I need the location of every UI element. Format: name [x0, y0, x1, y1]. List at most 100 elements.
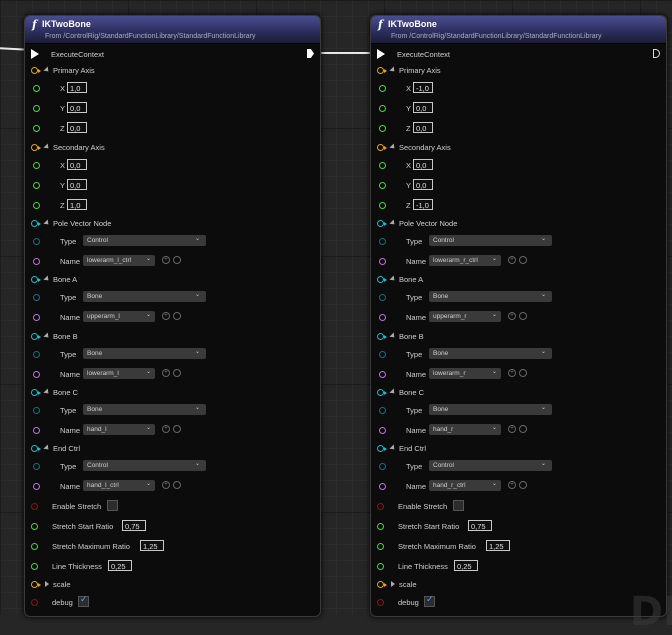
pole-vector-node-type-pin[interactable] [33, 238, 40, 245]
bone-b-type-pin[interactable] [33, 350, 40, 358]
secondary-axis-x-field[interactable]: 0,0 [67, 159, 87, 170]
secondary-axis-z-field[interactable]: 1,0 [67, 199, 87, 210]
stretch-maximum-ratio-field[interactable]: 1,25 [140, 540, 164, 551]
line-thickness-pin[interactable] [377, 563, 384, 570]
pole-vector-node-type-pin[interactable] [379, 238, 386, 245]
debug-pin[interactable] [31, 599, 38, 606]
debug-checkbox[interactable] [424, 595, 435, 607]
search-icon[interactable] [173, 256, 181, 264]
enable-stretch-checkbox[interactable] [107, 500, 118, 511]
primary-axis-y-pin[interactable] [33, 105, 40, 112]
pole-vector-node-pin[interactable] [31, 220, 41, 227]
bone-b-name-dropdown[interactable]: lowerarm_l ⌄ [83, 367, 155, 379]
secondary-axis-y-field[interactable]: 0,0 [67, 179, 87, 190]
expand-arrow-icon[interactable] [43, 143, 51, 151]
bone-a-type-pin[interactable] [33, 294, 40, 302]
primary-axis-pin[interactable] [377, 67, 387, 74]
bone-c-type-pin[interactable] [33, 406, 40, 414]
expand-arrow-icon[interactable] [389, 444, 397, 452]
secondary-axis-y-pin[interactable] [33, 182, 40, 189]
stretch-start-ratio-field[interactable]: 0,75 [468, 520, 492, 531]
ik-two-bone-node-right[interactable]: f IKTwoBone From /ControlRig/StandardFunct… [370, 15, 667, 617]
stretch-maximum-ratio-pin[interactable] [31, 543, 38, 550]
add-circle-icon[interactable]: + [162, 368, 170, 377]
line-thickness-pin[interactable] [31, 563, 38, 570]
bone-a-name-dropdown[interactable]: upperarm_r ⌄ [429, 311, 501, 323]
primary-axis-y-field[interactable]: 0,0 [67, 102, 87, 113]
add-circle-icon[interactable]: + [508, 368, 516, 377]
end-ctrl-type-pin[interactable] [379, 463, 386, 471]
bone-c-name-dropdown[interactable]: hand_l ⌄ [83, 423, 155, 435]
search-icon[interactable] [519, 424, 527, 433]
scale-pin[interactable] [31, 581, 41, 588]
end-ctrl-name-dropdown[interactable]: hand_l_ctrl ⌄ [83, 480, 155, 492]
bone-c-name-dropdown[interactable]: hand_r ⌄ [429, 423, 501, 435]
primary-axis-z-pin[interactable] [379, 125, 386, 132]
pole-vector-node-type-dropdown[interactable]: Control ⌄ [83, 235, 206, 246]
scale-pin[interactable] [377, 581, 387, 588]
secondary-axis-z-pin[interactable] [33, 202, 40, 209]
stretch-start-ratio-field[interactable]: 0,75 [122, 520, 146, 531]
enable-stretch-pin[interactable] [31, 503, 38, 510]
bone-b-pin[interactable] [31, 332, 41, 340]
enable-stretch-pin[interactable] [377, 503, 384, 510]
line-thickness-field[interactable]: 0,25 [454, 560, 478, 571]
stretch-maximum-ratio-field[interactable]: 1,25 [486, 540, 510, 551]
primary-axis-y-field[interactable]: 0,0 [413, 102, 433, 113]
bone-c-type-dropdown[interactable]: Bone ⌄ [429, 403, 552, 415]
end-ctrl-name-dropdown[interactable]: hand_r_ctrl ⌄ [429, 480, 501, 492]
primary-axis-z-pin[interactable] [33, 125, 40, 132]
pole-vector-node-name-dropdown[interactable]: lowerarm_l_ctrl ⌄ [83, 255, 155, 266]
add-circle-icon[interactable]: + [508, 256, 516, 264]
expand-arrow-icon[interactable] [43, 444, 51, 452]
bone-c-name-pin[interactable] [379, 426, 386, 434]
bone-b-name-pin[interactable] [379, 370, 386, 378]
pole-vector-node-pin[interactable] [377, 220, 387, 227]
bone-a-pin[interactable] [31, 276, 41, 284]
secondary-axis-z-field[interactable]: -1,0 [413, 199, 433, 210]
exec-in-pin[interactable] [31, 49, 39, 59]
search-icon[interactable] [519, 312, 527, 321]
add-circle-icon[interactable]: + [162, 481, 170, 490]
expand-arrow-icon[interactable] [45, 581, 49, 587]
expand-arrow-icon[interactable] [43, 219, 51, 227]
primary-axis-x-field[interactable]: 1,0 [67, 82, 87, 93]
add-circle-icon[interactable]: + [508, 312, 516, 321]
bone-a-name-pin[interactable] [379, 314, 386, 322]
expand-arrow-icon[interactable] [43, 66, 51, 74]
bone-b-type-dropdown[interactable]: Bone ⌄ [429, 347, 552, 359]
exec-in-pin[interactable] [377, 49, 385, 59]
bone-b-type-pin[interactable] [379, 350, 386, 358]
primary-axis-y-pin[interactable] [379, 105, 386, 112]
secondary-axis-x-pin[interactable] [379, 162, 386, 169]
pole-vector-node-name-pin[interactable] [379, 258, 386, 265]
line-thickness-field[interactable]: 0,25 [108, 560, 132, 571]
end-ctrl-type-dropdown[interactable]: Control ⌄ [429, 460, 552, 472]
secondary-axis-x-pin[interactable] [33, 162, 40, 169]
primary-axis-x-pin[interactable] [379, 85, 386, 92]
bone-a-type-dropdown[interactable]: Bone ⌄ [429, 291, 552, 303]
secondary-axis-pin[interactable] [31, 144, 41, 151]
expand-arrow-icon[interactable] [389, 66, 397, 74]
secondary-axis-x-field[interactable]: 0,0 [413, 159, 433, 170]
enable-stretch-checkbox[interactable] [453, 500, 464, 511]
expand-arrow-icon[interactable] [43, 388, 51, 396]
search-icon[interactable] [173, 312, 181, 321]
expand-arrow-icon[interactable] [391, 581, 395, 587]
bone-a-pin[interactable] [377, 276, 387, 284]
search-icon[interactable] [519, 481, 527, 490]
bone-b-name-pin[interactable] [33, 370, 40, 378]
search-icon[interactable] [173, 424, 181, 433]
debug-checkbox[interactable] [78, 595, 89, 607]
bone-b-pin[interactable] [377, 332, 387, 340]
bone-c-type-pin[interactable] [379, 406, 386, 414]
search-icon[interactable] [173, 368, 181, 377]
secondary-axis-y-field[interactable]: 0,0 [413, 179, 433, 190]
expand-arrow-icon[interactable] [389, 275, 397, 283]
end-ctrl-pin[interactable] [377, 445, 387, 453]
pole-vector-node-name-pin[interactable] [33, 258, 40, 265]
bone-b-type-dropdown[interactable]: Bone ⌄ [83, 347, 206, 359]
exec-out-pin[interactable] [307, 49, 314, 58]
bone-c-name-pin[interactable] [33, 426, 40, 434]
add-circle-icon[interactable]: + [162, 312, 170, 321]
